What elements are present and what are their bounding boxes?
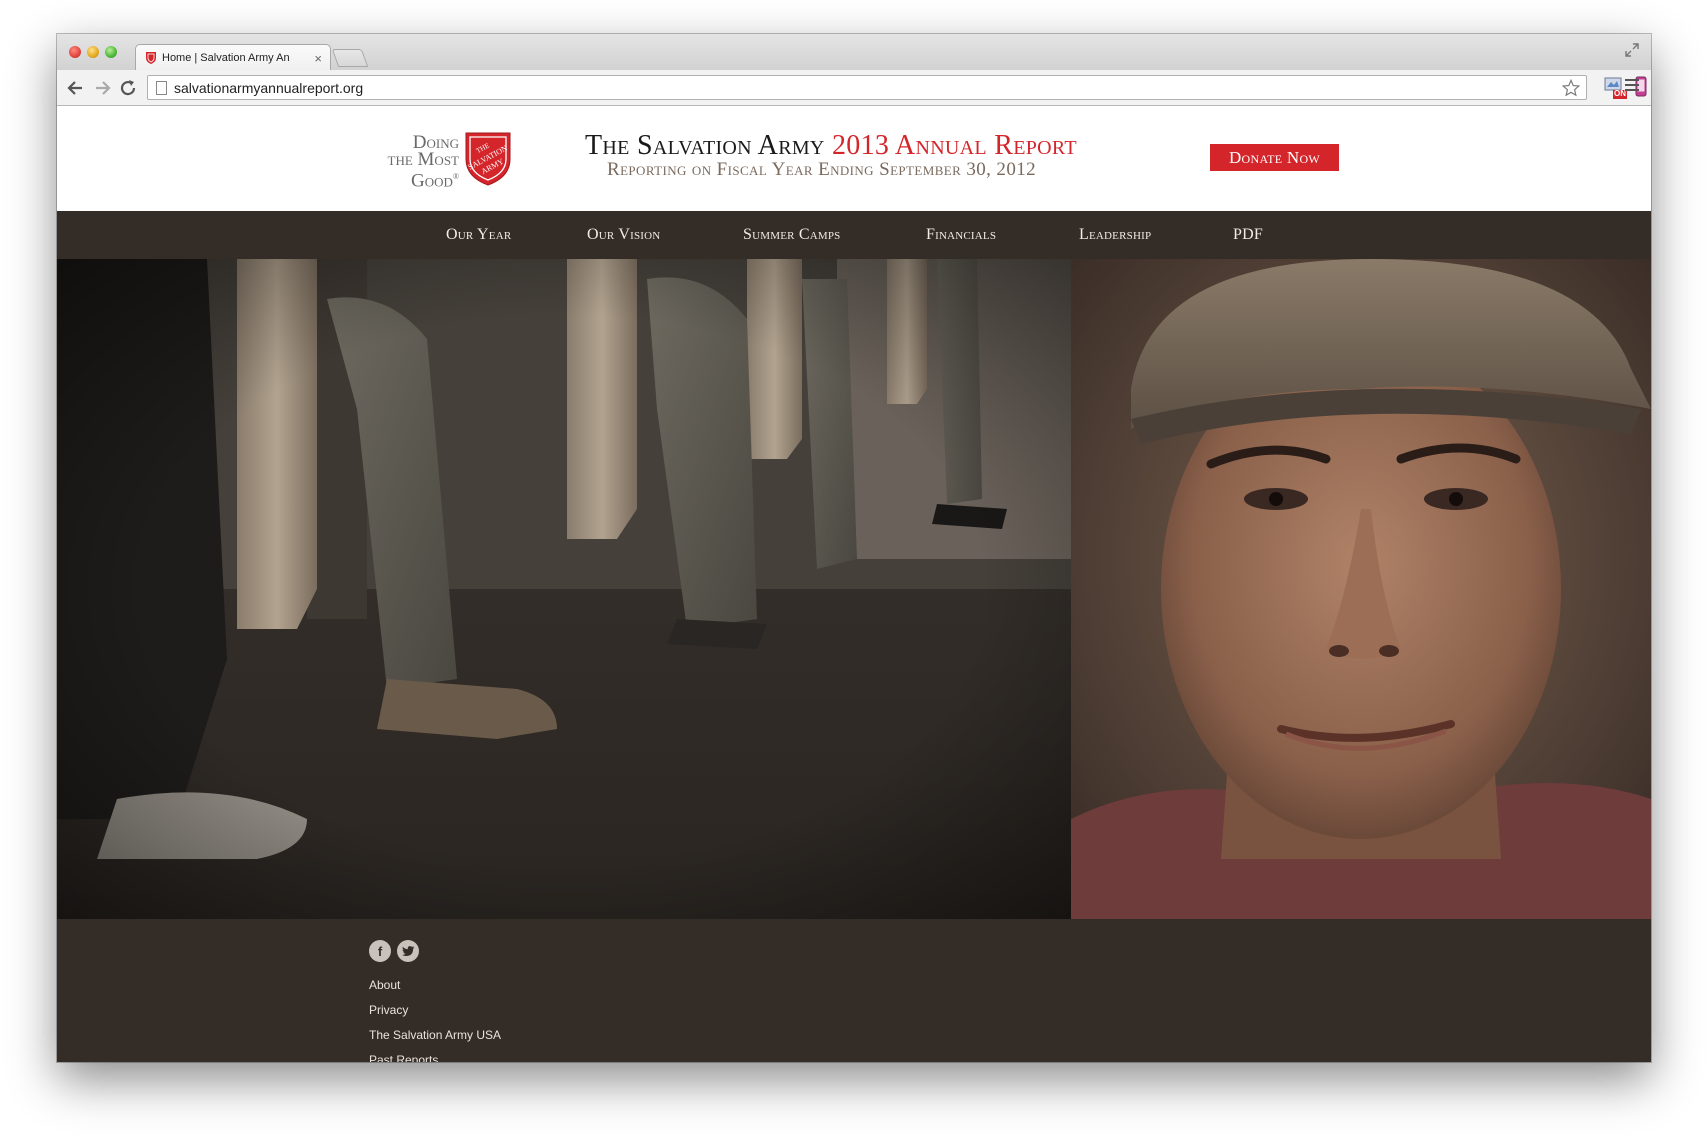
site-footer: f t About Privacy The Salvation Army USA… — [57, 919, 1651, 1062]
bookmark-star-icon[interactable] — [1562, 79, 1580, 97]
reload-icon[interactable] — [117, 77, 139, 99]
page-subtitle: Reporting on Fiscal Year Ending Septembe… — [607, 159, 1037, 180]
page-title: The Salvation Army 2013 Annual Report — [585, 130, 1077, 162]
page-icon — [156, 81, 167, 95]
twitter-bird-icon — [401, 945, 414, 956]
nav-summer-camps[interactable]: Summer Camps — [743, 226, 841, 244]
address-bar[interactable]: salvationarmyannualreport.org — [147, 75, 1587, 100]
site-header: Doing the Most Good® THE SALVATION ARMY … — [57, 106, 1651, 211]
nav-financials[interactable]: Financials — [926, 226, 996, 244]
tab-strip: Home | Salvation Army An × — [57, 34, 1651, 71]
minimize-window-button[interactable] — [87, 46, 99, 58]
footer-link-salvation-army-usa[interactable]: The Salvation Army USA — [369, 1028, 501, 1042]
close-window-button[interactable] — [69, 46, 81, 58]
registered-mark: ® — [452, 172, 459, 181]
donate-now-button[interactable]: Donate Now — [1210, 144, 1339, 171]
fullscreen-icon[interactable] — [1625, 43, 1639, 57]
main-navigation: Our Year Our Vision Summer Camps Financi… — [57, 211, 1651, 259]
title-main: The Salvation Army — [585, 130, 832, 161]
zoom-window-button[interactable] — [105, 46, 117, 58]
salvation-army-favicon-icon — [146, 52, 156, 64]
browser-window: Home | Salvation Army An × salvationarmy… — [57, 34, 1651, 1062]
tagline-line-3: Good® — [367, 168, 459, 192]
nav-our-year[interactable]: Our Year — [446, 226, 511, 244]
back-arrow-icon[interactable] — [65, 77, 87, 99]
url-text: salvationarmyannualreport.org — [174, 79, 364, 96]
footer-link-past-reports[interactable]: Past Reports — [369, 1053, 438, 1062]
doing-the-most-good-tagline: Doing the Most Good® — [367, 133, 459, 192]
tab-close-icon[interactable]: × — [314, 51, 322, 66]
browser-tab-active[interactable]: Home | Salvation Army An × — [135, 44, 331, 71]
nav-pdf[interactable]: PDF — [1233, 226, 1263, 244]
title-highlight: 2013 Annual Report — [831, 130, 1077, 161]
facebook-glyph: f — [377, 943, 383, 959]
forward-arrow-icon[interactable] — [91, 77, 113, 99]
twitter-icon[interactable]: t — [397, 940, 419, 962]
nav-our-vision[interactable]: Our Vision — [587, 226, 660, 244]
new-tab-button[interactable] — [331, 49, 369, 67]
nav-leadership[interactable]: Leadership — [1079, 226, 1151, 244]
smiling-man-portrait-photo — [1071, 259, 1651, 919]
browser-toolbar: salvationarmyannualreport.org ON — [57, 70, 1651, 106]
salvation-army-shield-logo[interactable]: THE SALVATION ARMY — [463, 131, 513, 187]
footer-link-about[interactable]: About — [369, 978, 400, 992]
extension-toggle-icon[interactable]: ON — [1603, 76, 1627, 100]
tagline-line-2: the Most — [387, 149, 459, 170]
hero-banner — [57, 259, 1651, 919]
footer-link-privacy[interactable]: Privacy — [369, 1003, 408, 1017]
tab-title: Home | Salvation Army An — [162, 52, 290, 64]
facebook-icon[interactable]: f — [369, 940, 391, 962]
browser-menu-icon[interactable] — [1625, 79, 1639, 94]
church-pews-photo — [57, 259, 1071, 919]
tagline-word-good: Good — [411, 170, 453, 192]
